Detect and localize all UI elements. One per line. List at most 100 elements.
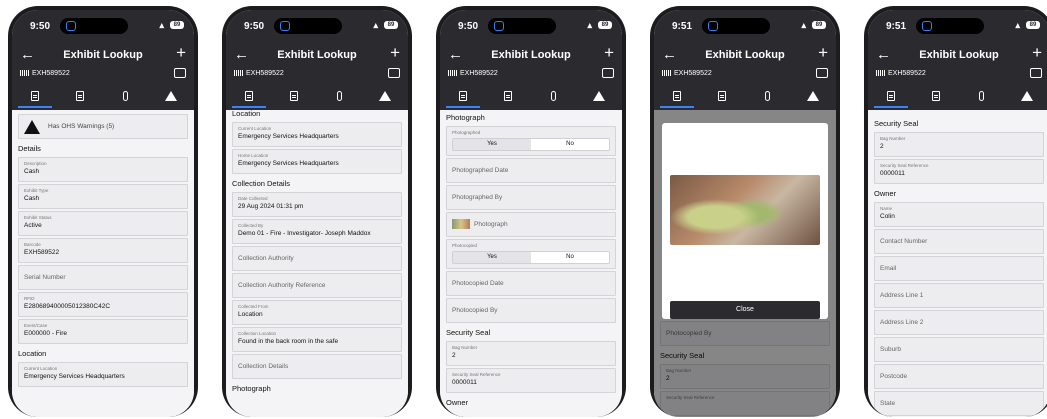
camera-icon[interactable] [174, 68, 186, 78]
app-header: ← Exhibit Lookup + EXH589522 [226, 42, 408, 110]
field-value: 2 [452, 352, 456, 359]
wifi-icon: ▴ [373, 20, 378, 30]
camera-icon[interactable] [602, 68, 614, 78]
add-button[interactable]: + [390, 43, 400, 63]
photograph-item[interactable]: Photograph [446, 212, 616, 237]
collection-authority-reference-field[interactable]: Collection Authority Reference [232, 273, 402, 298]
rfid-field[interactable]: RFID E280689400005012380C42C [18, 292, 188, 317]
add-button[interactable]: + [176, 43, 186, 63]
tab-notes[interactable] [486, 91, 532, 104]
email-field[interactable]: Email [874, 256, 1044, 281]
photocopied-yes[interactable]: Yes [453, 252, 531, 263]
photographed-date-field[interactable]: Photographed Date [446, 158, 616, 183]
address-line-1-field[interactable]: Address Line 1 [874, 283, 1044, 308]
tab-notes[interactable] [272, 91, 318, 104]
address-line-2-field[interactable]: Address Line 2 [874, 310, 1044, 335]
tab-details[interactable] [12, 91, 58, 108]
tab-warnings[interactable] [363, 91, 409, 104]
date-collected-field[interactable]: Date Collected 29 Aug 2024 01:31 pm [232, 192, 402, 217]
dynamic-island [916, 18, 984, 34]
current-location-field[interactable]: Current Location Emergency Services Headq… [232, 122, 402, 147]
barcode-icon [20, 70, 29, 77]
photographed-by-field[interactable]: Photographed By [446, 185, 616, 210]
tab-notes[interactable] [914, 91, 960, 104]
photographed-no[interactable]: No [531, 139, 609, 150]
tab-bar [226, 88, 408, 108]
barcode-field[interactable]: Barcode EXH589522 [18, 238, 188, 263]
security-seal-reference-field[interactable]: Security Seal Reference 0000011 [874, 159, 1044, 184]
field-placeholder: Serial Number [24, 274, 66, 281]
field-placeholder: Collection Authority [238, 255, 294, 262]
owner-name-field[interactable]: Name Colin [874, 202, 1044, 227]
tab-warnings[interactable] [577, 91, 623, 104]
photographed-yes[interactable]: Yes [453, 139, 531, 150]
photocopied-date-field[interactable]: Photocopied Date [446, 271, 616, 296]
collected-from-field[interactable]: Collected From Location [232, 300, 402, 325]
notes-icon [932, 91, 941, 101]
tab-notes[interactable] [700, 91, 746, 104]
description-field[interactable]: Description Cash [18, 157, 188, 182]
photocopied-by-field[interactable]: Photocopied By [446, 298, 616, 323]
close-button[interactable]: Close [670, 301, 820, 319]
bag-number-field[interactable]: Bag Number 2 [446, 341, 616, 366]
tab-attachments[interactable] [531, 91, 577, 104]
home-location-field[interactable]: Home Location Emergency Services Headquar… [232, 149, 402, 174]
paperclip-icon [765, 91, 771, 101]
field-label: Photographed [452, 130, 481, 135]
tab-attachments[interactable] [103, 91, 149, 104]
tab-warnings[interactable] [149, 91, 195, 104]
ohs-warnings-banner[interactable]: Has OHS Warnings (5) [18, 114, 188, 139]
collection-details-field[interactable]: Collection Details [232, 354, 402, 379]
warnings-text: Has OHS Warnings (5) [48, 123, 115, 130]
suburb-field[interactable]: Suburb [874, 337, 1044, 362]
tab-details[interactable] [440, 91, 486, 108]
camera-icon[interactable] [388, 68, 400, 78]
field-label: Photocopied [452, 243, 478, 248]
exhibit-id-text: EXH589522 [888, 70, 926, 77]
camera-icon[interactable] [816, 68, 828, 78]
warning-icon [165, 91, 178, 101]
barcode-icon [662, 70, 671, 77]
app-header: ← Exhibit Lookup + EXH589522 [868, 42, 1047, 110]
add-button[interactable]: + [1032, 43, 1042, 63]
exhibit-id: EXH589522 [234, 70, 284, 77]
notes-icon [718, 91, 727, 101]
event-case-field[interactable]: Event/Case E000000 - Fire [18, 319, 188, 344]
tab-details[interactable] [226, 91, 272, 108]
add-button[interactable]: + [818, 43, 828, 63]
section-security-seal: Security Seal [874, 119, 919, 128]
collection-authority-field[interactable]: Collection Authority [232, 246, 402, 271]
field-value: Active [24, 222, 42, 229]
collected-by-field[interactable]: Collected By Demo 01 - Fire - Investigato… [232, 219, 402, 244]
serial-number-field[interactable]: Serial Number [18, 265, 188, 290]
tab-attachments[interactable] [745, 91, 791, 104]
screen-record-icon [494, 21, 504, 31]
current-location-field[interactable]: Current Location Emergency Services Headq… [18, 362, 188, 387]
tab-details[interactable] [654, 91, 700, 108]
tab-attachments[interactable] [959, 91, 1005, 104]
field-value: 0000011 [880, 170, 905, 177]
photocopied-no[interactable]: No [531, 252, 609, 263]
exhibit-id: EXH589522 [876, 70, 926, 77]
camera-icon[interactable] [1030, 68, 1042, 78]
bag-number-field[interactable]: Bag Number 2 [874, 132, 1044, 157]
contact-number-field[interactable]: Contact Number [874, 229, 1044, 254]
state-field[interactable]: State [874, 391, 1044, 416]
tab-details[interactable] [868, 91, 914, 108]
tab-warnings[interactable] [791, 91, 837, 104]
app-header: ← Exhibit Lookup + EXH589522 [440, 42, 622, 110]
exhibit-status-field[interactable]: Exhibit Status Active [18, 211, 188, 236]
security-seal-reference-field[interactable]: Security Seal Reference 0000011 [446, 368, 616, 393]
notes-icon [290, 91, 299, 101]
collection-location-field[interactable]: Collection Location Found in the back roo… [232, 327, 402, 352]
tab-warnings[interactable] [1005, 91, 1047, 104]
exhibit-type-field[interactable]: Exhibit Type Cash [18, 184, 188, 209]
exhibit-id-text: EXH589522 [32, 70, 70, 77]
section-owner: Owner [446, 398, 469, 407]
field-placeholder: Photographed By [452, 194, 503, 201]
field-value: Found in the back room in the safe [238, 338, 339, 345]
add-button[interactable]: + [604, 43, 614, 63]
tab-notes[interactable] [58, 91, 104, 104]
postcode-field[interactable]: Postcode [874, 364, 1044, 389]
tab-attachments[interactable] [317, 91, 363, 104]
